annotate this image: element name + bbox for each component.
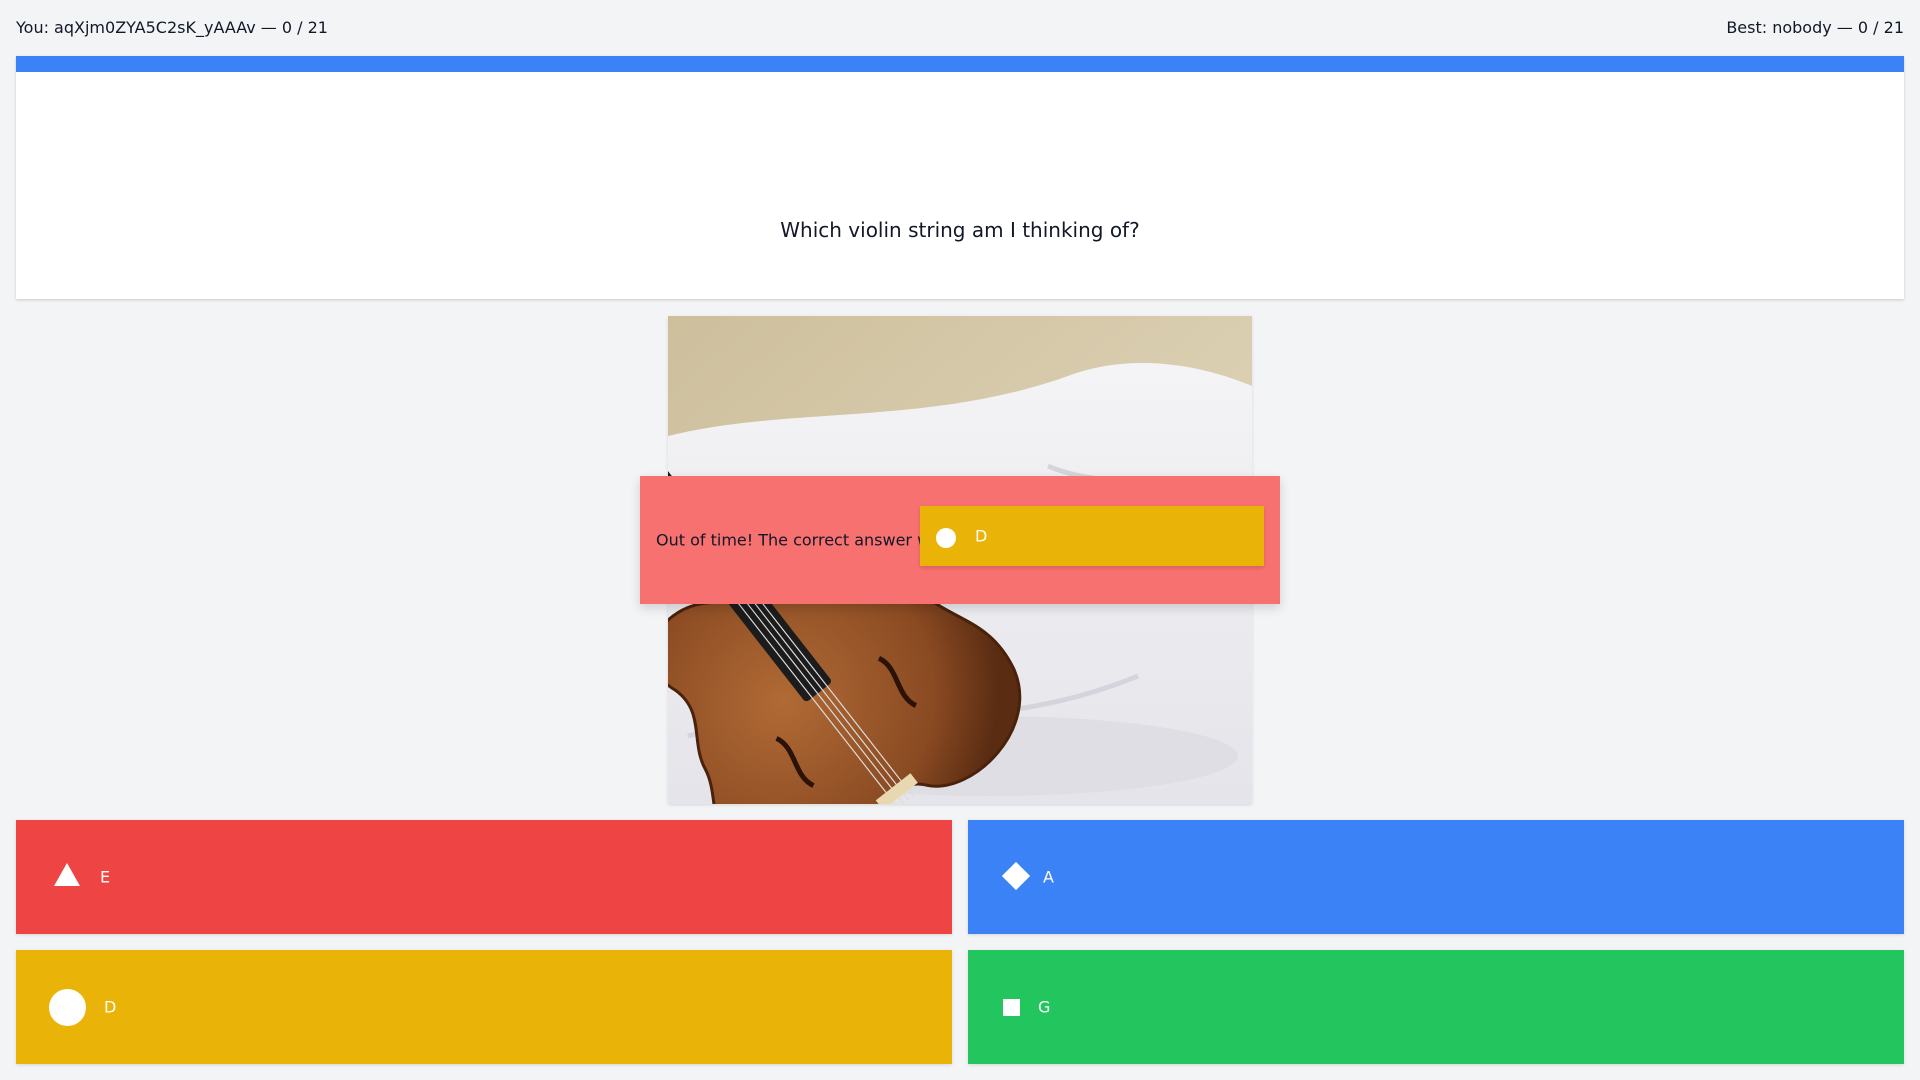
triangle-icon: [54, 863, 80, 886]
answer-label: A: [1043, 867, 1054, 887]
answer-label: G: [1038, 997, 1051, 1017]
correct-answer-badge: D: [920, 506, 1264, 566]
answer-button-g[interactable]: G: [968, 950, 1904, 1064]
result-banner: Out of time! The correct answer was D: [640, 476, 1280, 604]
answer-button-a[interactable]: A: [968, 820, 1904, 934]
timer-bar: [16, 56, 1904, 72]
answer-button-e[interactable]: E: [16, 820, 952, 934]
diamond-icon: [1001, 861, 1031, 891]
answer-label: D: [104, 997, 117, 1017]
player-score: You: aqXjm0ZYA5C2sK_yAAAv — 0 / 21: [16, 18, 328, 37]
circle-icon: [49, 989, 86, 1026]
answer-button-d[interactable]: D: [16, 950, 952, 1064]
result-message: Out of time! The correct answer was: [656, 530, 949, 550]
best-score: Best: nobody — 0 / 21: [1726, 18, 1904, 37]
answer-label: E: [100, 867, 111, 887]
correct-answer-label: D: [975, 526, 988, 546]
square-icon: [1003, 999, 1020, 1016]
question-text: Which violin string am I thinking of?: [780, 218, 1140, 242]
top-bar: You: aqXjm0ZYA5C2sK_yAAAv — 0 / 21 Best:…: [16, 17, 1904, 39]
circle-icon: [936, 528, 956, 548]
question-card: Which violin string am I thinking of?: [16, 56, 1904, 299]
